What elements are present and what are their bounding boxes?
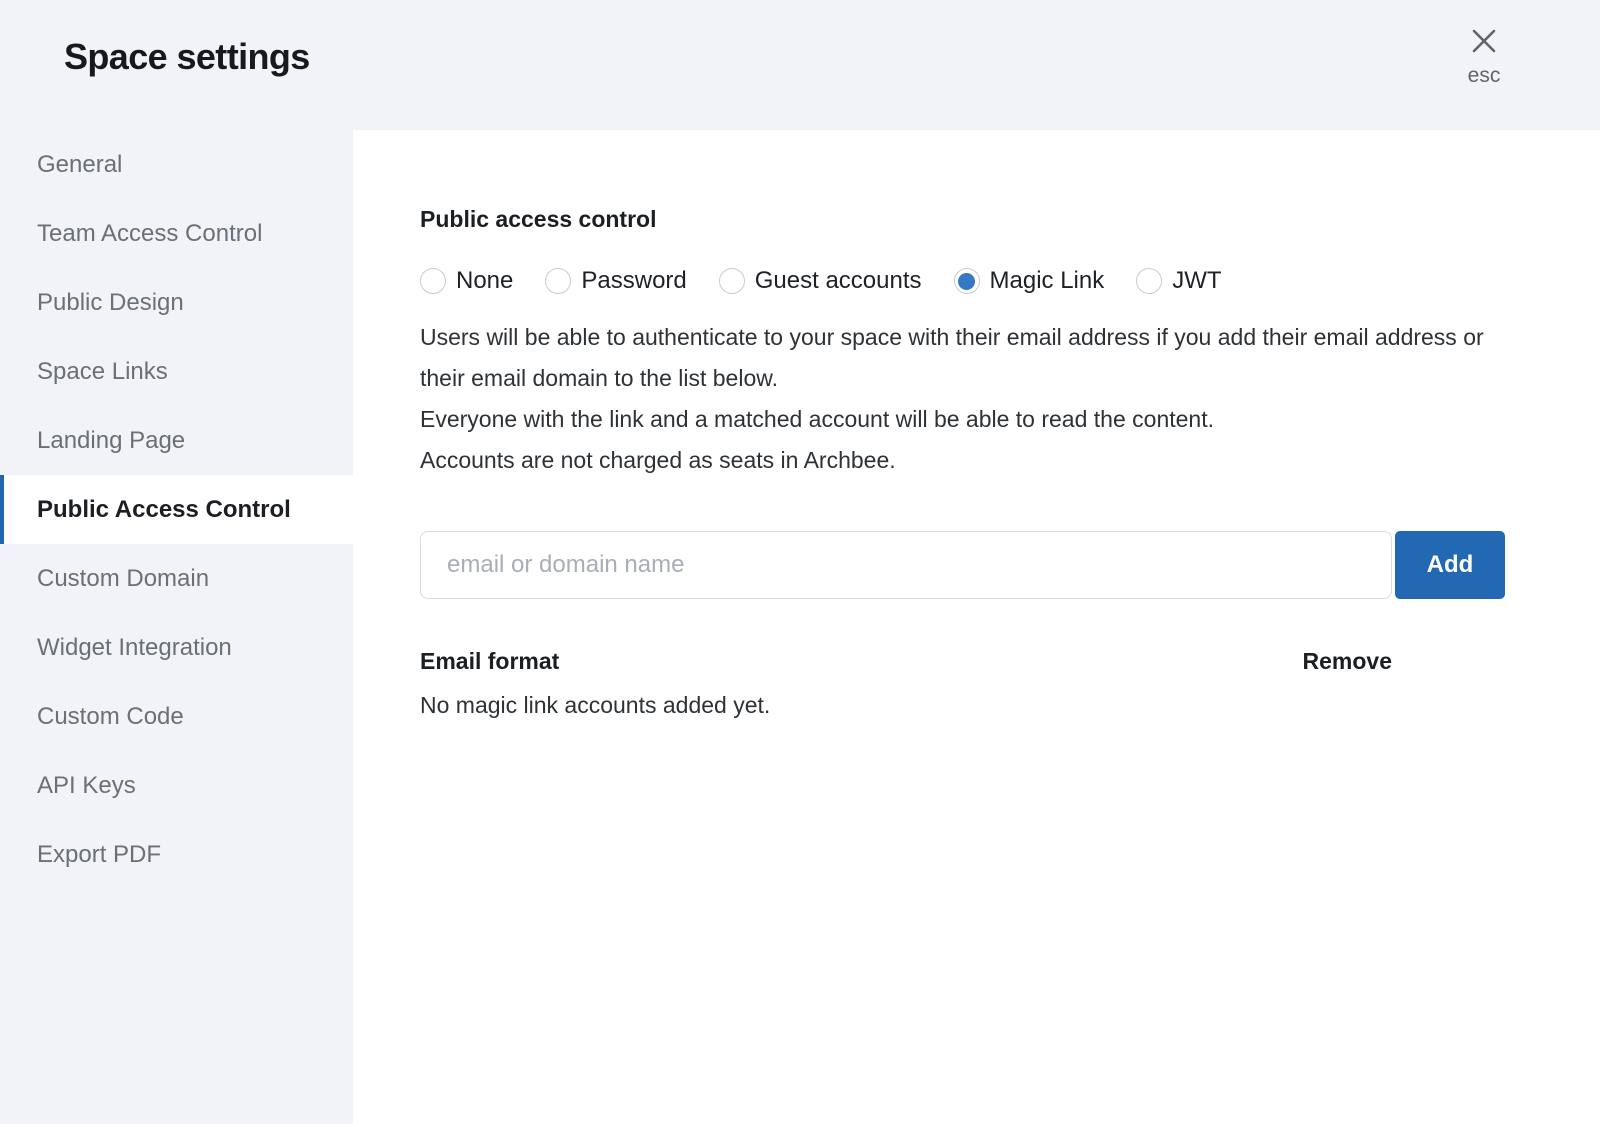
radio-password[interactable]: Password [545,267,686,295]
sidebar-item-team-access-control[interactable]: Team Access Control [0,199,353,268]
sidebar-item-space-links[interactable]: Space Links [0,337,353,406]
settings-sidebar: General Team Access Control Public Desig… [0,130,353,1124]
section-heading: Public access control [420,204,1505,234]
add-button[interactable]: Add [1395,531,1505,599]
sidebar-item-widget-integration[interactable]: Widget Integration [0,613,353,682]
radio-circle-icon[interactable] [545,268,571,294]
add-account-row: Add [420,531,1505,599]
accounts-table-header: Email format Remove [420,648,1392,674]
page-title: Space settings [64,36,310,78]
remove-column-header[interactable]: Remove [1303,648,1392,674]
sidebar-item-export-pdf[interactable]: Export PDF [0,820,353,889]
description-line: Everyone with the link and a matched acc… [420,399,1505,440]
sidebar-item-public-access-control[interactable]: Public Access Control [0,475,353,544]
settings-content-panel: Public access control None Password Gues… [353,130,1600,1127]
close-icon[interactable] [1469,26,1499,56]
sidebar-item-landing-page[interactable]: Landing Page [0,406,353,475]
radio-label: Password [581,267,686,295]
radio-magic-link[interactable]: Magic Link [954,267,1105,295]
radio-guest-accounts[interactable]: Guest accounts [719,267,922,295]
sidebar-item-custom-code[interactable]: Custom Code [0,682,353,751]
radio-label: None [456,267,513,295]
radio-label: JWT [1172,267,1221,295]
close-button[interactable]: esc [1452,26,1516,88]
sidebar-item-api-keys[interactable]: API Keys [0,751,353,820]
radio-circle-icon[interactable] [1136,268,1162,294]
sidebar-item-custom-domain[interactable]: Custom Domain [0,544,353,613]
radio-none[interactable]: None [420,267,513,295]
radio-circle-selected-icon[interactable] [954,268,980,294]
esc-label: esc [1468,64,1501,88]
sidebar-item-public-design[interactable]: Public Design [0,268,353,337]
access-type-radio-group: None Password Guest accounts Magic Link … [420,266,1505,296]
email-format-column-header: Email format [420,648,559,674]
description-line: Accounts are not charged as seats in Arc… [420,440,1505,481]
radio-label: Guest accounts [755,267,922,295]
radio-jwt[interactable]: JWT [1136,267,1221,295]
sidebar-item-general[interactable]: General [0,130,353,199]
radio-circle-icon[interactable] [719,268,745,294]
radio-label: Magic Link [990,267,1105,295]
empty-list-message: No magic link accounts added yet. [420,690,1505,720]
radio-circle-icon[interactable] [420,268,446,294]
access-description: Users will be able to authenticate to yo… [420,317,1505,481]
email-or-domain-input[interactable] [420,531,1392,599]
description-line: Users will be able to authenticate to yo… [420,317,1505,399]
